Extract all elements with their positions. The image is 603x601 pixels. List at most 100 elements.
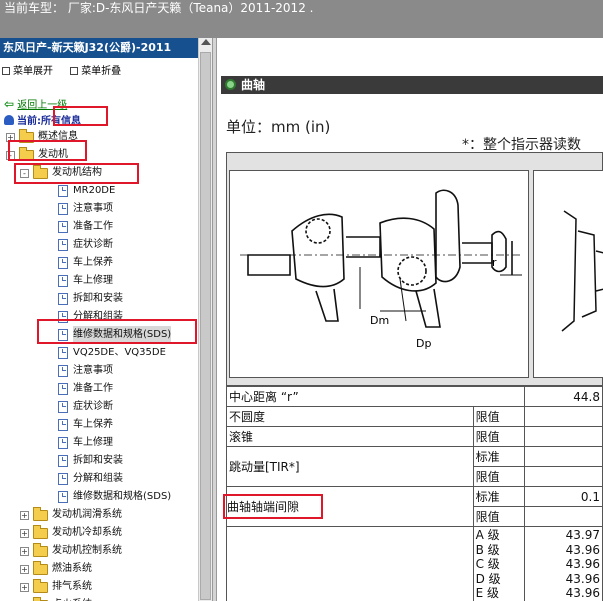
sidebar: 东风日产-新天籁J32(公爵)-2011 菜单展开 菜单折叠 ⇦ 返回上一级 当…: [0, 38, 198, 601]
tree-item[interactable]: VQ25DE、VQ35DE: [0, 344, 198, 362]
highlight-engine-structure: [14, 163, 139, 184]
tree-item-label: 发动机润滑系统: [52, 509, 122, 520]
section-title: 曲轴: [241, 78, 266, 92]
tree-item-label: 注意事项: [73, 203, 113, 214]
expand-node-icon[interactable]: +: [20, 583, 29, 592]
tree-item[interactable]: +点火系统: [0, 596, 198, 601]
document-icon: [58, 365, 68, 377]
tree-item-label: 准备工作: [73, 383, 113, 394]
table-row: 曲轴轴端间隙 标准 0.1: [223, 486, 603, 527]
document-icon: [58, 275, 68, 287]
document-icon: [58, 239, 68, 251]
tree-item[interactable]: 症状诊断: [0, 398, 198, 416]
tree-item[interactable]: MR20DE: [0, 182, 198, 200]
crankshaft-side-figure: [533, 170, 603, 378]
tree-item[interactable]: 拆卸和安装: [0, 290, 198, 308]
highlight-current: [53, 106, 108, 126]
tree-item[interactable]: 车上保养: [0, 254, 198, 272]
tree-item[interactable]: + 燃油系统: [0, 560, 198, 578]
folder-icon: [33, 561, 48, 575]
tree-item[interactable]: 车上修理: [0, 434, 198, 452]
folder-icon: [33, 507, 48, 521]
tree-item-label: 症状诊断: [73, 401, 113, 412]
expand-node-icon[interactable]: +: [20, 547, 29, 556]
tir-note: *：整个指示器读数: [462, 137, 581, 153]
highlight-sds: [37, 319, 197, 344]
unit-label: 单位：mm (in): [226, 118, 331, 136]
tree-item[interactable]: 拆卸和安装: [0, 452, 198, 470]
expand-node-icon[interactable]: +: [20, 565, 29, 574]
tree-item-label: 分解和组装: [73, 473, 123, 484]
tree-item[interactable]: 注意事项: [0, 200, 198, 218]
side-drawing: [561, 210, 603, 332]
spec-value: [523, 506, 603, 527]
tree-item-label: VQ25DE、VQ35DE: [73, 347, 166, 358]
grade-value: 43.96: [565, 571, 600, 586]
tree-item[interactable]: 症状诊断: [0, 236, 198, 254]
tree-item[interactable]: + 排气系统: [0, 578, 198, 596]
document-icon: [58, 293, 68, 305]
spec-value: 0.1: [523, 486, 603, 507]
sidebar-title: 东风日产-新天籁J32(公爵)-2011: [0, 38, 198, 58]
scrollbar-thumb[interactable]: [200, 52, 211, 600]
document-icon: [58, 347, 68, 359]
tree-item[interactable]: 注意事项: [0, 362, 198, 380]
tree-item[interactable]: + 发动机润滑系统: [0, 506, 198, 524]
scroll-up-icon[interactable]: [201, 39, 211, 45]
document-icon: [58, 419, 68, 431]
folder-icon: [33, 543, 48, 557]
tree-item-label: 车上保养: [73, 419, 113, 430]
menu-expand-button[interactable]: 菜单展开: [2, 66, 53, 77]
tree-item-label: MR20DE: [73, 185, 116, 196]
tree-item[interactable]: + 发动机控制系统: [0, 542, 198, 560]
table-row: 跳动量[TIR*] 标准: [226, 446, 603, 487]
back-arrow-icon: ⇦: [4, 97, 15, 111]
collapse-icon: [70, 67, 79, 75]
spec-sublabel: 限值: [472, 506, 525, 527]
menu-collapse-button[interactable]: 菜单折叠: [70, 66, 121, 77]
tree-item-label: 维修数据和规格(SDS): [73, 491, 172, 502]
document-icon: [58, 401, 68, 413]
expand-node-icon[interactable]: +: [20, 511, 29, 520]
tree-item-label: 车上保养: [73, 257, 113, 268]
sidebar-scrollbar[interactable]: [198, 38, 212, 601]
dim-dm-label: Dm: [370, 314, 389, 327]
current-prefix: 当前:: [17, 116, 41, 127]
spec-value: 44.8: [523, 386, 603, 407]
grade-label: D 级: [475, 571, 501, 586]
tree-item[interactable]: 车上修理: [0, 272, 198, 290]
grade-values: 43.97 43.96 43.96 43.96 43.96: [523, 526, 603, 601]
table-row: A 级 B 级 C 级 D 级 E 级 43.97 43.96 43.96 43…: [226, 526, 603, 601]
tree-item-label: 准备工作: [73, 221, 113, 232]
tree-item[interactable]: 维修数据和规格(SDS): [0, 488, 198, 506]
tree-item[interactable]: 准备工作: [0, 380, 198, 398]
expand-icon: [2, 67, 10, 75]
tree-item[interactable]: 准备工作: [0, 218, 198, 236]
spec-sublabel: 限值: [472, 406, 525, 427]
spec-label: 不圆度: [226, 406, 474, 427]
gear-icon: [225, 79, 236, 90]
content-pane: 曲轴 单位：mm (in) *：整个指示器读数 r Dm Dp 中心距离 “r”…: [217, 38, 603, 601]
spec-table: 中心距离 “r” 44.8 不圆度 限值 滚锥 限值 跳动量[TIR*] 标准 …: [223, 386, 603, 601]
spec-sublabel: 限值: [472, 466, 525, 487]
menu-controls: 菜单展开 菜单折叠: [2, 62, 135, 77]
spec-label: 滚锥: [226, 426, 474, 447]
spec-value: [523, 406, 603, 427]
tree-item[interactable]: 分解和组装: [0, 470, 198, 488]
grade-value: 43.96: [565, 542, 600, 557]
grade-label: C 级: [475, 557, 500, 572]
spec-label: 中心距离 “r”: [226, 386, 525, 407]
spec-label: [226, 526, 474, 601]
document-icon: [58, 473, 68, 485]
tree-item-label: 拆卸和安装: [73, 293, 123, 304]
dim-dp-label: Dp: [416, 337, 431, 350]
tree-item[interactable]: + 发动机冷却系统: [0, 524, 198, 542]
spec-sublabel: 标准: [472, 486, 525, 507]
spec-label: 跳动量[TIR*]: [226, 446, 474, 487]
expand-node-icon[interactable]: +: [20, 529, 29, 538]
tree-item[interactable]: 车上保养: [0, 416, 198, 434]
tree-item-label: 燃油系统: [52, 563, 92, 574]
document-icon: [58, 491, 68, 503]
table-row: 滚锥 限值: [226, 426, 603, 447]
table-row: 中心距离 “r” 44.8: [226, 386, 603, 407]
